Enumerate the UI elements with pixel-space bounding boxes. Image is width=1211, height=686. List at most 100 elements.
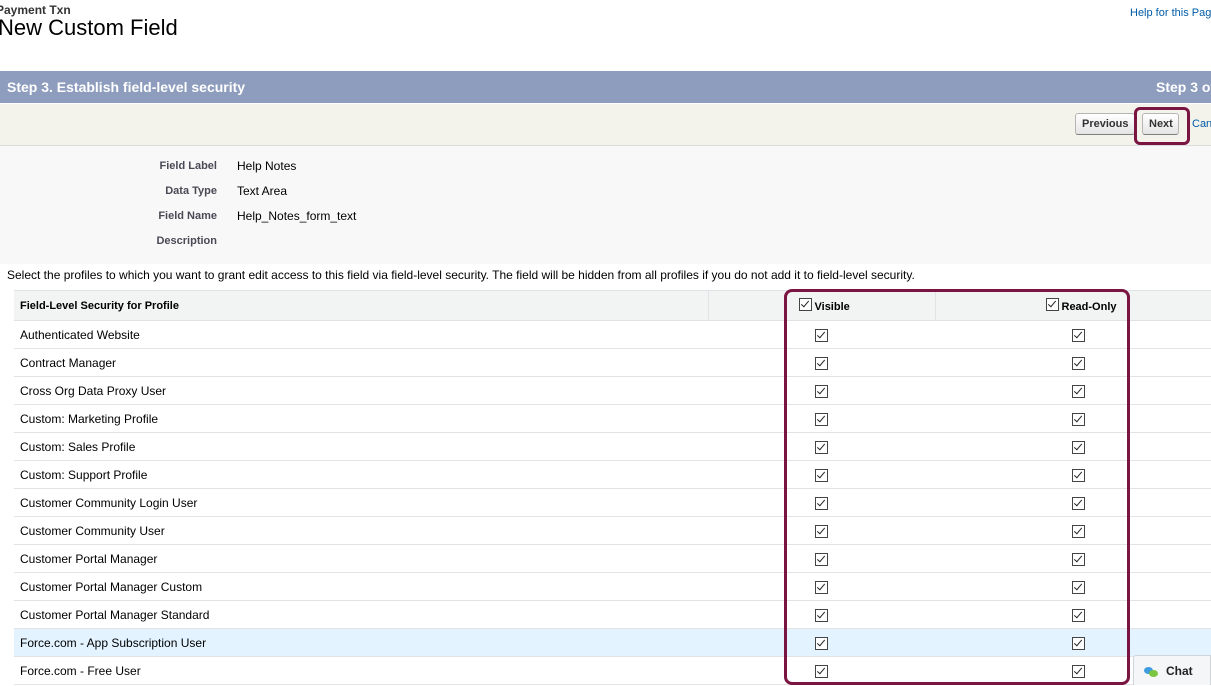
field-label-label: Field Label — [159, 160, 217, 172]
read-only-cell — [935, 628, 1211, 657]
profile-name[interactable]: Contract Manager — [14, 348, 708, 377]
visible-checkbox[interactable] — [815, 496, 828, 510]
visible-cell — [708, 320, 935, 349]
description-label: Description — [156, 235, 217, 247]
profile-name[interactable]: Authenticated Website — [14, 320, 708, 349]
data-type-label: Data Type — [165, 185, 217, 197]
button-bar: Previous Next Cancel — [0, 104, 1211, 146]
profile-column-header: Field-Level Security for Profile — [14, 290, 708, 321]
table-row: Custom: Support Profile — [14, 460, 1211, 489]
field-label-value: Help Notes — [237, 159, 297, 173]
visible-cell — [708, 544, 935, 573]
visible-cell — [708, 600, 935, 629]
table-row: Authenticated Website — [14, 320, 1211, 349]
read-only-checkbox[interactable] — [1072, 468, 1085, 482]
profile-name[interactable]: Customer Community User — [14, 516, 708, 545]
table-row: Custom: Sales Profile — [14, 432, 1211, 461]
read-only-cell — [935, 572, 1211, 601]
visible-header-label: Visible — [814, 301, 850, 313]
visible-cell — [708, 628, 935, 657]
field-name-value: Help_Notes_form_text — [237, 209, 357, 223]
visible-cell — [708, 516, 935, 545]
table-row: Customer Portal Manager Custom — [14, 572, 1211, 601]
page-header: Payment Txn New Custom Field Help for th… — [0, 0, 1211, 70]
chat-icon — [1144, 666, 1160, 678]
chat-label: Chat — [1166, 664, 1193, 678]
profile-name[interactable]: Customer Portal Manager Custom — [14, 572, 708, 601]
previous-button[interactable]: Previous — [1075, 113, 1135, 135]
page-title: New Custom Field — [0, 15, 178, 40]
table-row: Contract Manager — [14, 348, 1211, 377]
visible-checkbox[interactable] — [815, 552, 828, 566]
visible-checkbox[interactable] — [815, 580, 828, 594]
profile-name[interactable]: Custom: Sales Profile — [14, 432, 708, 461]
table-row: Customer Portal Manager Standard — [14, 600, 1211, 629]
step-title: Step 3. Establish field-level security — [7, 79, 246, 95]
visible-checkbox[interactable] — [815, 384, 828, 398]
visible-cell — [708, 348, 935, 377]
table-row: Custom: Marketing Profile — [14, 404, 1211, 433]
read-only-select-all-checkbox[interactable] — [1045, 298, 1059, 311]
read-only-checkbox[interactable] — [1072, 496, 1085, 510]
visible-cell — [708, 404, 935, 433]
read-only-cell — [935, 460, 1211, 489]
read-only-header-label: Read-Only — [1061, 301, 1117, 313]
read-only-cell — [935, 432, 1211, 461]
profile-name[interactable]: Customer Portal Manager — [14, 544, 708, 573]
profile-name[interactable]: Force.com - Free User — [14, 656, 708, 685]
read-only-checkbox[interactable] — [1072, 580, 1085, 594]
table-row: Customer Portal Manager — [14, 544, 1211, 573]
profile-name[interactable]: Custom: Support Profile — [14, 460, 708, 489]
visible-cell — [708, 488, 935, 517]
read-only-cell — [935, 600, 1211, 629]
read-only-checkbox[interactable] — [1072, 664, 1085, 678]
read-only-cell — [935, 488, 1211, 517]
read-only-checkbox[interactable] — [1072, 524, 1085, 538]
read-only-checkbox[interactable] — [1072, 636, 1085, 650]
visible-cell — [708, 460, 935, 489]
visible-checkbox[interactable] — [815, 440, 828, 454]
data-type-value: Text Area — [237, 184, 288, 198]
table-row: Cross Org Data Proxy User — [14, 376, 1211, 405]
cancel-link[interactable]: Cancel — [1192, 118, 1211, 130]
read-only-checkbox[interactable] — [1072, 356, 1085, 370]
field-details: Field Label Help Notes Data Type Text Ar… — [0, 146, 1211, 264]
next-button[interactable]: Next — [1142, 113, 1179, 135]
read-only-checkbox[interactable] — [1072, 384, 1085, 398]
visible-checkbox[interactable] — [815, 356, 828, 370]
visible-cell — [708, 432, 935, 461]
profile-name[interactable]: Customer Community Login User — [14, 488, 708, 517]
profile-name[interactable]: Customer Portal Manager Standard — [14, 600, 708, 629]
visible-checkbox[interactable] — [815, 412, 828, 426]
visible-column-header: Visible — [707, 290, 935, 321]
visible-checkbox[interactable] — [815, 636, 828, 650]
read-only-cell — [935, 516, 1211, 545]
visible-cell — [708, 656, 935, 685]
visible-select-all-checkbox[interactable] — [798, 298, 812, 311]
help-link[interactable]: Help for this Page — [1130, 7, 1211, 19]
read-only-checkbox[interactable] — [1072, 412, 1085, 426]
chat-button[interactable]: Chat — [1133, 655, 1211, 685]
table-row: Force.com - App Subscription User — [14, 628, 1211, 657]
read-only-cell — [935, 404, 1211, 433]
profile-name[interactable]: Force.com - App Subscription User — [14, 628, 708, 657]
read-only-checkbox[interactable] — [1072, 328, 1085, 342]
read-only-column-header: Read-Only — [934, 290, 1211, 321]
table-row: Force.com - Free User — [14, 656, 1211, 685]
visible-checkbox[interactable] — [815, 664, 828, 678]
visible-checkbox[interactable] — [815, 608, 828, 622]
profile-name[interactable]: Custom: Marketing Profile — [14, 404, 708, 433]
read-only-checkbox[interactable] — [1072, 440, 1085, 454]
read-only-checkbox[interactable] — [1072, 608, 1085, 622]
visible-checkbox[interactable] — [815, 468, 828, 482]
visible-checkbox[interactable] — [815, 524, 828, 538]
visible-cell — [708, 572, 935, 601]
read-only-cell — [935, 376, 1211, 405]
step-bar: Step 3. Establish field-level security S… — [0, 71, 1211, 103]
read-only-cell — [935, 348, 1211, 377]
profile-name[interactable]: Cross Org Data Proxy User — [14, 376, 708, 405]
visible-checkbox[interactable] — [815, 328, 828, 342]
read-only-checkbox[interactable] — [1072, 552, 1085, 566]
field-level-security-table: Field-Level Security for Profile Visible… — [14, 290, 1211, 685]
table-row: Customer Community User — [14, 516, 1211, 545]
